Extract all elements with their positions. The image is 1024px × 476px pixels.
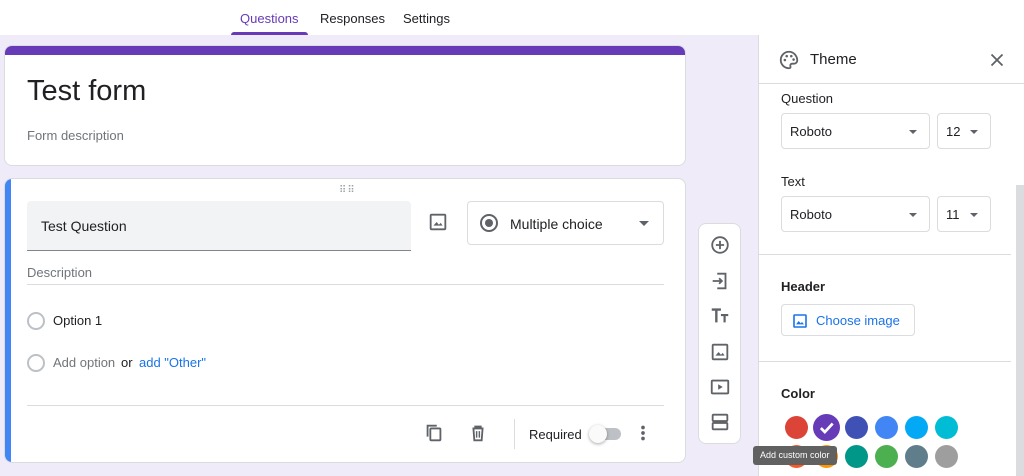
add-image-icon[interactable] — [427, 211, 449, 233]
text-font-value: Roboto — [790, 207, 832, 222]
duplicate-icon[interactable] — [423, 422, 445, 444]
color-swatch[interactable] — [935, 416, 958, 439]
tab-settings[interactable]: Settings — [403, 11, 450, 26]
or-label: or — [121, 355, 133, 370]
option-text[interactable]: Option 1 — [53, 313, 102, 328]
active-tab-indicator — [231, 32, 308, 35]
question-title-input[interactable]: Test Question — [27, 201, 411, 251]
question-type-label: Multiple choice — [510, 216, 603, 232]
text-font-select[interactable]: Roboto — [781, 196, 930, 232]
add-other-link[interactable]: add "Other" — [139, 355, 206, 370]
required-toggle[interactable] — [589, 425, 621, 443]
tab-questions[interactable]: Questions — [240, 11, 299, 26]
radio-button-icon — [480, 214, 498, 232]
color-swatch[interactable] — [845, 445, 868, 468]
dropdown-arrow-icon — [970, 213, 978, 217]
drag-handle-icon[interactable]: ⠿⠿ — [339, 185, 356, 196]
dropdown-arrow-icon — [909, 213, 917, 217]
add-custom-color-tooltip: Add custom color — [753, 446, 837, 465]
section-divider — [759, 361, 1011, 362]
question-card[interactable]: ⠿⠿ Test Question Multiple choice Descrip… — [4, 178, 686, 463]
choose-image-button[interactable]: Choose image — [781, 304, 915, 336]
question-font-value: Roboto — [790, 124, 832, 139]
form-title[interactable]: Test form — [27, 75, 146, 108]
add-question-icon[interactable] — [709, 234, 731, 256]
accent-stripe — [5, 46, 685, 55]
selected-color-swatch[interactable] — [813, 414, 840, 441]
floating-toolbar — [698, 223, 741, 444]
question-size-select[interactable]: 12 — [937, 113, 991, 149]
scrollbar[interactable] — [1016, 185, 1024, 476]
import-questions-icon[interactable] — [709, 270, 731, 292]
text-size-value: 11 — [946, 207, 960, 222]
choose-image-label: Choose image — [816, 313, 900, 328]
question-font-select[interactable]: Roboto — [781, 113, 930, 149]
form-title-card: Test form Form description — [4, 45, 686, 166]
footer-separator — [514, 419, 515, 449]
more-options-icon[interactable] — [632, 422, 654, 444]
color-swatch[interactable] — [875, 445, 898, 468]
question-description-field[interactable]: Description — [27, 265, 664, 285]
toggle-knob — [589, 425, 607, 443]
dropdown-arrow-icon — [909, 130, 917, 134]
header-label: Header — [781, 279, 826, 294]
text-style-label: Text — [781, 174, 805, 189]
question-title-text: Test Question — [41, 218, 127, 234]
add-video-icon[interactable] — [709, 376, 731, 398]
tab-bar: Questions Responses Settings — [0, 0, 1024, 35]
color-swatch[interactable] — [935, 445, 958, 468]
color-swatch[interactable] — [875, 416, 898, 439]
theme-panel-title: Theme — [810, 51, 857, 68]
color-swatch[interactable] — [905, 416, 928, 439]
form-description-field[interactable]: Form description — [27, 128, 124, 143]
color-label: Color — [781, 386, 815, 401]
palette-icon — [779, 50, 799, 70]
theme-panel-header: Theme — [759, 35, 1024, 84]
checkmark-icon — [819, 422, 834, 434]
question-type-dropdown[interactable]: Multiple choice — [467, 201, 664, 245]
tab-responses[interactable]: Responses — [320, 11, 385, 26]
text-size-select[interactable]: 11 — [937, 196, 991, 232]
radio-circle-icon — [27, 312, 45, 330]
add-option-field[interactable]: Add option — [53, 355, 115, 370]
dropdown-arrow-icon — [970, 130, 978, 134]
add-image-icon[interactable] — [709, 341, 731, 363]
section-divider — [759, 254, 1011, 255]
theme-panel: Theme Question Roboto 12 Text Roboto 11 … — [758, 35, 1024, 476]
question-size-value: 12 — [946, 124, 961, 139]
radio-circle-icon — [27, 354, 45, 372]
color-swatch[interactable] — [785, 416, 808, 439]
delete-icon[interactable] — [467, 422, 489, 444]
required-label: Required — [529, 427, 582, 442]
add-section-icon[interactable] — [709, 411, 731, 433]
color-swatch[interactable] — [845, 416, 868, 439]
color-swatch[interactable] — [905, 445, 928, 468]
add-title-icon[interactable] — [709, 305, 731, 327]
dropdown-arrow-icon — [639, 221, 649, 226]
close-icon[interactable] — [986, 49, 1008, 71]
question-style-label: Question — [781, 91, 834, 106]
active-card-stripe — [5, 179, 11, 462]
image-icon — [793, 314, 807, 328]
footer-divider — [27, 405, 664, 406]
